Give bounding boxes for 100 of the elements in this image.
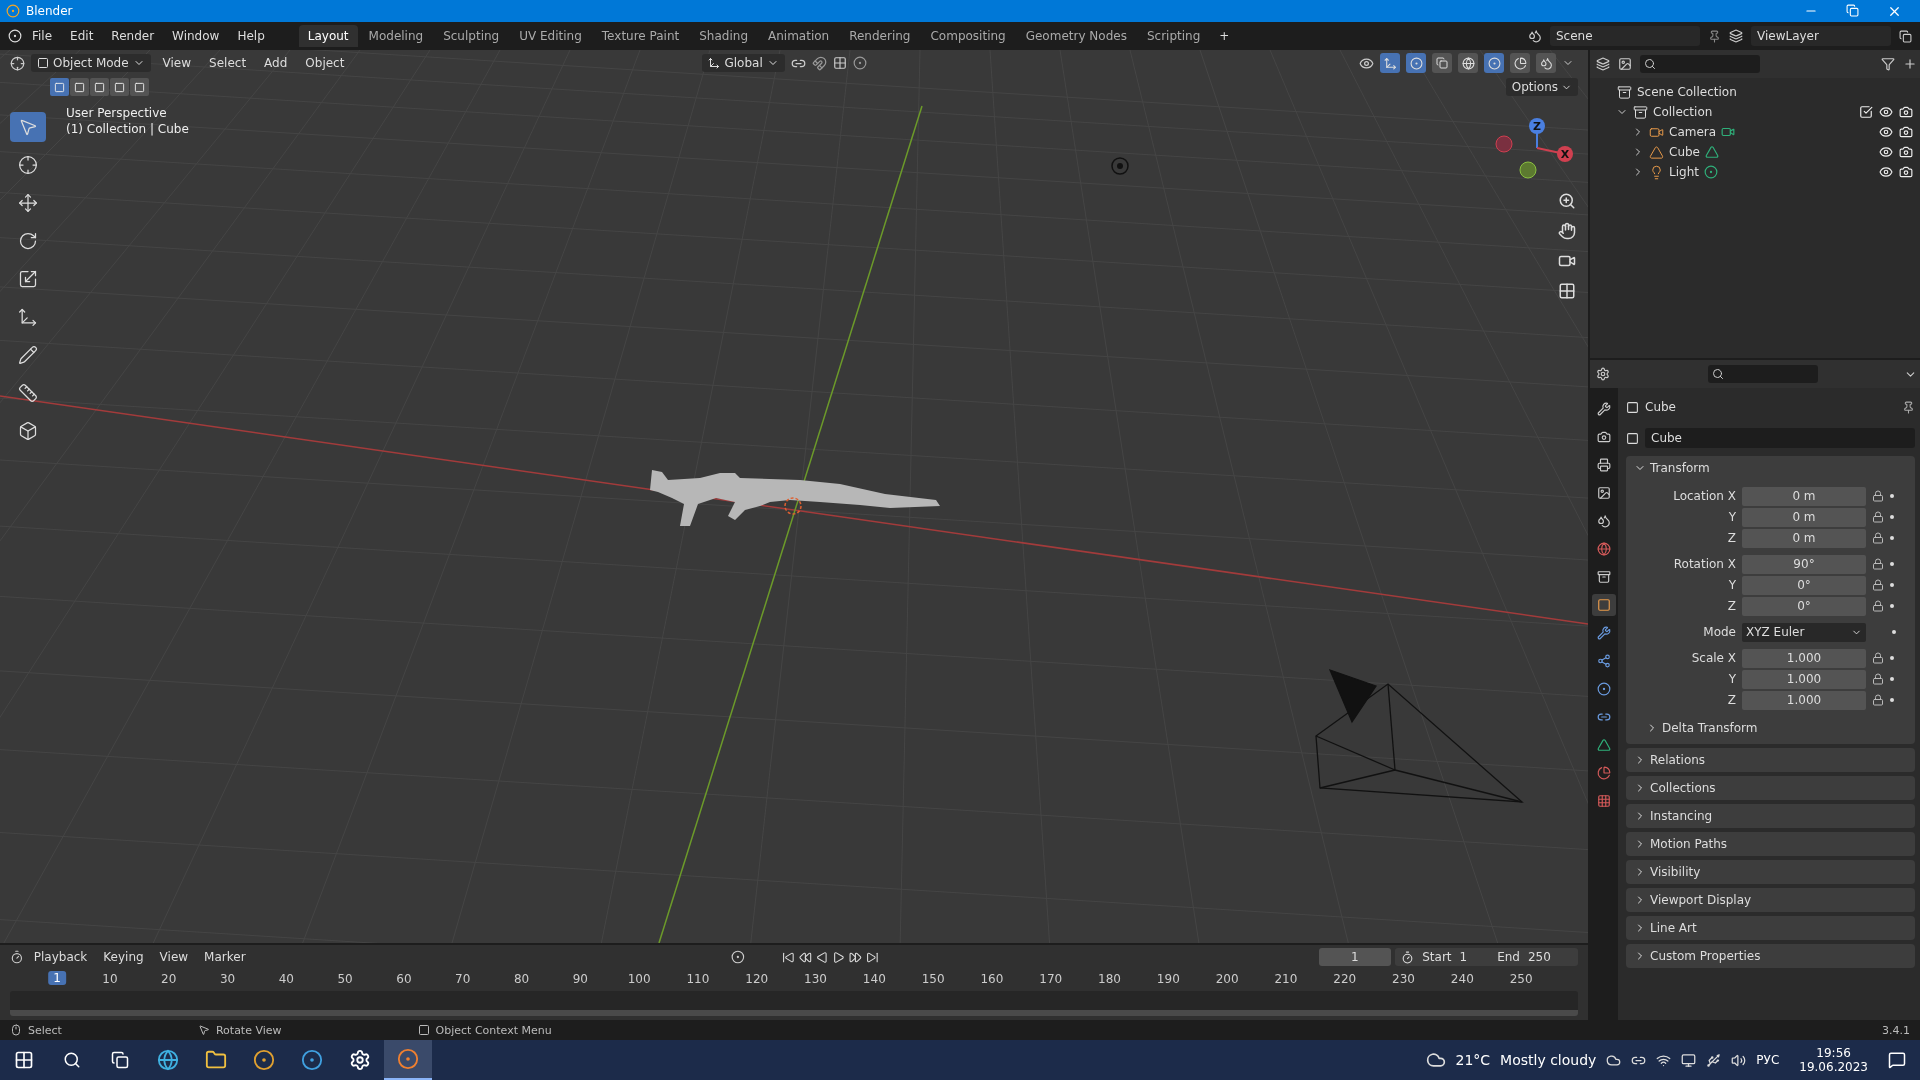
- notifications-icon[interactable]: [1888, 1051, 1906, 1069]
- end-frame-field[interactable]: 250: [1528, 950, 1551, 964]
- options-button[interactable]: Options: [1505, 78, 1578, 96]
- lock-icon[interactable]: [1872, 558, 1884, 570]
- workspace-tab[interactable]: Modeling: [359, 25, 433, 47]
- view-menu-item[interactable]: Add: [258, 54, 294, 72]
- workspace-tab[interactable]: Animation: [759, 25, 839, 47]
- lock-icon[interactable]: [1872, 600, 1884, 612]
- editor-type-icon[interactable]: [10, 55, 25, 71]
- number-field[interactable]: 0 m: [1742, 486, 1866, 506]
- workspace-tab[interactable]: UV Editing: [510, 25, 591, 47]
- camera-render-icon[interactable]: [1899, 105, 1913, 119]
- restore-icon[interactable]: [1846, 3, 1859, 17]
- proportional-edit-icon[interactable]: [852, 56, 867, 70]
- number-field[interactable]: 1.000: [1742, 648, 1866, 668]
- keyframe-dot[interactable]: [1890, 698, 1894, 702]
- timeline-menu-item[interactable]: Keying: [97, 948, 150, 966]
- shading-button[interactable]: [1510, 53, 1530, 73]
- zoom-icon[interactable]: [1558, 192, 1576, 210]
- new-collection-icon[interactable]: [1903, 57, 1917, 71]
- workspace-tab[interactable]: Geometry Nodes: [1016, 25, 1136, 47]
- number-field[interactable]: 0 m: [1742, 507, 1866, 527]
- selection-mode-button[interactable]: [90, 78, 109, 96]
- selection-mode-button[interactable]: [70, 78, 89, 96]
- panel-header[interactable]: Transform: [1626, 456, 1915, 480]
- mode-dropdown[interactable]: XYZ Euler: [1742, 622, 1866, 642]
- outliner-item[interactable]: Cube: [1669, 145, 1700, 159]
- workspace-tab[interactable]: Sculpting: [434, 25, 509, 47]
- outliner-item[interactable]: Light: [1669, 165, 1699, 179]
- keyframe-dot[interactable]: [1890, 536, 1894, 540]
- panel-header[interactable]: Motion Paths: [1626, 832, 1915, 856]
- start-frame-field[interactable]: 1: [1459, 950, 1468, 964]
- keyframe-dot[interactable]: [1890, 656, 1894, 660]
- view-menu-item[interactable]: Object: [299, 54, 351, 72]
- play-icon[interactable]: [832, 950, 846, 964]
- snap-target-icon[interactable]: [832, 56, 847, 70]
- camera-render-icon[interactable]: [1899, 125, 1913, 139]
- weather-text[interactable]: Mostly cloudy: [1500, 1052, 1597, 1068]
- number-field[interactable]: 0°: [1742, 596, 1866, 616]
- gizmo-toggle[interactable]: [1380, 53, 1400, 73]
- play-reverse-icon[interactable]: [815, 950, 829, 964]
- camera-render-icon[interactable]: [1899, 165, 1913, 179]
- overlay-toggle[interactable]: [1406, 53, 1426, 73]
- keyframe-dot[interactable]: [1890, 562, 1894, 566]
- xray-toggle[interactable]: [1432, 53, 1452, 73]
- number-field[interactable]: 1.000: [1742, 690, 1866, 710]
- selection-mode-button[interactable]: [50, 78, 69, 96]
- outliner-item[interactable]: Scene Collection: [1637, 85, 1737, 99]
- menu-item[interactable]: Window: [164, 26, 228, 46]
- keyframe-dot[interactable]: [1890, 494, 1894, 498]
- keyframe-dot[interactable]: [1890, 515, 1894, 519]
- current-frame-field[interactable]: 1: [1318, 948, 1392, 966]
- number-field[interactable]: 90°: [1742, 554, 1866, 574]
- language-indicator[interactable]: РУС: [1756, 1053, 1780, 1067]
- visibility-icon[interactable]: [1359, 55, 1374, 71]
- lock-icon[interactable]: [1872, 673, 1884, 685]
- timeline-menu-item[interactable]: Marker: [198, 948, 252, 966]
- panel-header[interactable]: Viewport Display: [1626, 888, 1915, 912]
- temperature-text[interactable]: 21°C: [1455, 1052, 1491, 1068]
- pin-icon[interactable]: [1708, 29, 1721, 43]
- jump-start-icon[interactable]: [782, 950, 795, 964]
- workspace-tab[interactable]: Texture Paint: [592, 25, 689, 47]
- outliner-item[interactable]: Camera: [1669, 125, 1717, 139]
- lock-icon[interactable]: [1872, 694, 1884, 706]
- grid-icon[interactable]: [1558, 282, 1576, 300]
- menu-item[interactable]: Help: [229, 26, 273, 46]
- keyframe-dot[interactable]: [1890, 677, 1894, 681]
- record-icon[interactable]: [730, 950, 745, 964]
- editor-type-icon[interactable]: [1596, 57, 1610, 71]
- name-field[interactable]: Cube: [1645, 428, 1915, 448]
- filter-icon[interactable]: [1881, 57, 1895, 71]
- outliner-item[interactable]: Collection: [1653, 105, 1713, 119]
- keyframe-dot[interactable]: [1892, 630, 1896, 634]
- workspace-tab[interactable]: Shading: [690, 25, 757, 47]
- panel-header[interactable]: Instancing: [1626, 804, 1915, 828]
- previous-keyframe-icon[interactable]: [798, 950, 812, 964]
- duplicate-icon[interactable]: [1899, 29, 1912, 43]
- object-icon[interactable]: [1626, 431, 1639, 445]
- number-field[interactable]: 1.000: [1742, 669, 1866, 689]
- timer-icon[interactable]: [1401, 950, 1415, 964]
- view-layer-icon[interactable]: [1729, 29, 1743, 43]
- lock-icon[interactable]: [1872, 490, 1884, 502]
- add-workspace-button[interactable]: +: [1211, 26, 1238, 46]
- keyframe-dot[interactable]: [1890, 583, 1894, 587]
- shading-button[interactable]: [1484, 53, 1504, 73]
- orientation-dropdown[interactable]: Global: [702, 54, 785, 72]
- search-field[interactable]: [1708, 365, 1818, 383]
- menu-item[interactable]: File: [24, 26, 61, 46]
- editor-type-icon[interactable]: [10, 950, 24, 964]
- shading-button[interactable]: [1458, 53, 1478, 73]
- volume-icon[interactable]: [1731, 1052, 1747, 1068]
- subpanel-header[interactable]: Delta Transform: [1626, 716, 1915, 740]
- workspace-tab[interactable]: Scripting: [1137, 25, 1210, 47]
- eye-icon[interactable]: [1879, 145, 1893, 159]
- pin-icon[interactable]: [1902, 400, 1915, 414]
- lock-icon[interactable]: [1872, 511, 1884, 523]
- scene-field[interactable]: Scene: [1550, 26, 1700, 46]
- shading-button[interactable]: [1536, 53, 1556, 73]
- selection-mode-button[interactable]: [130, 78, 149, 96]
- eye-icon[interactable]: [1879, 125, 1893, 139]
